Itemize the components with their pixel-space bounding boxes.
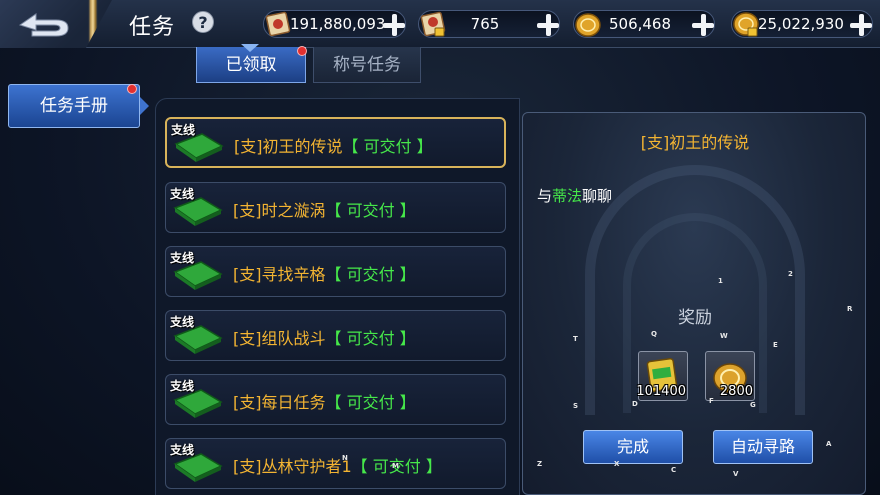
branch-tag: 支线 xyxy=(170,315,195,329)
quest-status: 【 可交付 】 xyxy=(342,137,433,156)
currency-value: 765 xyxy=(470,15,500,33)
quest-title: [支]寻找辛格【 可交付 】 xyxy=(233,261,416,285)
quest-list-item[interactable]: 支线 [支]时之漩涡【 可交付 】 xyxy=(165,182,506,233)
quest-detail-panel: [支]初王的传说 与蒂法聊聊 奖励 101400 2800 完成 自动寻路 xyxy=(522,112,866,495)
quest-name: [支]每日任务 xyxy=(233,393,326,412)
key-hint: C xyxy=(671,466,677,474)
quest-name: [支]时之漩涡 xyxy=(233,201,326,220)
key-hint: E xyxy=(773,341,778,349)
objective-suffix: 聊聊 xyxy=(582,187,613,205)
quest-status: 【 可交付 】 xyxy=(325,201,416,220)
add-scroll-button[interactable] xyxy=(379,10,409,40)
auto-pathfind-button[interactable]: 自动寻路 xyxy=(713,430,813,464)
back-button-gold-trim xyxy=(70,0,112,48)
tab-accepted[interactable]: 已领取 xyxy=(196,47,306,83)
key-hint: 2 xyxy=(788,270,793,278)
tab-accepted-badge xyxy=(297,46,307,56)
currency-scroll: 191,880,093 xyxy=(263,10,406,38)
npc-link[interactable]: 蒂法 xyxy=(552,187,582,205)
quest-list-item[interactable]: 支线 [支]初王的传说【 可交付 】 xyxy=(165,117,506,168)
reward-amount: 101400 xyxy=(636,384,686,399)
sidebar-active-indicator xyxy=(140,97,149,115)
branch-tag: 支线 xyxy=(170,187,195,201)
page-title: 任务 xyxy=(129,15,176,40)
key-hint: X xyxy=(614,460,620,468)
add-locked-gold-button[interactable] xyxy=(846,10,876,40)
key-hint: 1 xyxy=(718,277,723,285)
quest-name: [支]组队战斗 xyxy=(233,329,326,348)
quest-name: [支]丛林守护者1 xyxy=(233,457,352,476)
branch-tag: 支线 xyxy=(170,251,195,265)
quest-title: [支]初王的传说【 可交付 】 xyxy=(234,133,433,157)
reward-label: 奖励 xyxy=(678,308,712,328)
sidebar-item-quest-handbook[interactable]: 任务手册 xyxy=(8,84,140,128)
key-hint: T xyxy=(573,335,578,343)
key-hint: V xyxy=(733,470,739,478)
back-button[interactable] xyxy=(0,0,112,48)
complete-button[interactable]: 完成 xyxy=(583,430,683,464)
key-hint: Q xyxy=(651,330,657,338)
help-icon[interactable]: ? xyxy=(192,11,214,33)
branch-tag: 支线 xyxy=(171,123,196,137)
quest-list-item[interactable]: 支线 [支]寻找辛格【 可交付 】 xyxy=(165,246,506,297)
key-hint: N xyxy=(342,454,348,462)
quest-title: [支]每日任务【 可交付 】 xyxy=(233,389,416,413)
quest-title: [支]丛林守护者1【 可交付 】 xyxy=(233,453,442,477)
currency-gold: 506,468 xyxy=(573,10,715,38)
key-hint: Z xyxy=(537,460,543,468)
quest-status: 【 可交付 】 xyxy=(325,329,416,348)
detail-title: [支]初王的传说 xyxy=(640,133,750,152)
key-hint: G xyxy=(750,401,756,409)
objective-prefix: 与 xyxy=(537,187,553,205)
key-hint: A xyxy=(826,440,832,448)
tab-active-indicator xyxy=(241,44,259,52)
reward-item-gold[interactable]: 2800 xyxy=(705,351,755,401)
quest-name: [支]初王的传说 xyxy=(234,137,343,156)
key-hint: M xyxy=(392,462,399,470)
currency-value: 25,022,930 xyxy=(758,15,844,33)
key-hint: W xyxy=(720,332,728,340)
currency-locked-gold: 25,022,930 xyxy=(731,10,873,38)
game-screen: 任务 ? 191,880,093 765 506,468 25,022,930 … xyxy=(0,0,880,495)
add-gold-button[interactable] xyxy=(688,10,718,40)
quest-name: [支]寻找辛格 xyxy=(233,265,326,284)
quest-list-item[interactable]: 支线 [支]丛林守护者1【 可交付 】 xyxy=(165,438,506,489)
sidebar-item-badge xyxy=(127,84,137,94)
quest-title: [支]时之漩涡【 可交付 】 xyxy=(233,197,416,221)
quest-list-item[interactable]: 支线 [支]每日任务【 可交付 】 xyxy=(165,374,506,425)
branch-tag: 支线 xyxy=(170,443,195,457)
reward-item-exp[interactable]: 101400 xyxy=(636,351,688,401)
key-hint: D xyxy=(632,400,638,408)
quest-status: 【 可交付 】 xyxy=(325,393,416,412)
quest-title: [支]组队战斗【 可交付 】 xyxy=(233,325,416,349)
currency-locked-scroll: 765 xyxy=(418,10,560,38)
quest-objective: 与蒂法聊聊 xyxy=(537,185,612,206)
currency-value: 506,468 xyxy=(608,15,672,33)
key-hint: S xyxy=(573,402,579,410)
top-bar: 任务 ? 191,880,093 765 506,468 25,022,930 xyxy=(0,0,880,48)
add-locked-scroll-button[interactable] xyxy=(533,10,563,40)
tab-title-quests[interactable]: 称号任务 xyxy=(313,47,421,83)
key-hint: R xyxy=(847,305,853,313)
branch-tag: 支线 xyxy=(170,379,195,393)
quest-status: 【 可交付 】 xyxy=(325,265,416,284)
key-hint: F xyxy=(709,397,714,405)
back-arrow-icon xyxy=(18,13,69,37)
reward-amount: 2800 xyxy=(719,384,753,399)
quest-list-item[interactable]: 支线 [支]组队战斗【 可交付 】 xyxy=(165,310,506,361)
currency-value: 191,880,093 xyxy=(290,15,386,33)
